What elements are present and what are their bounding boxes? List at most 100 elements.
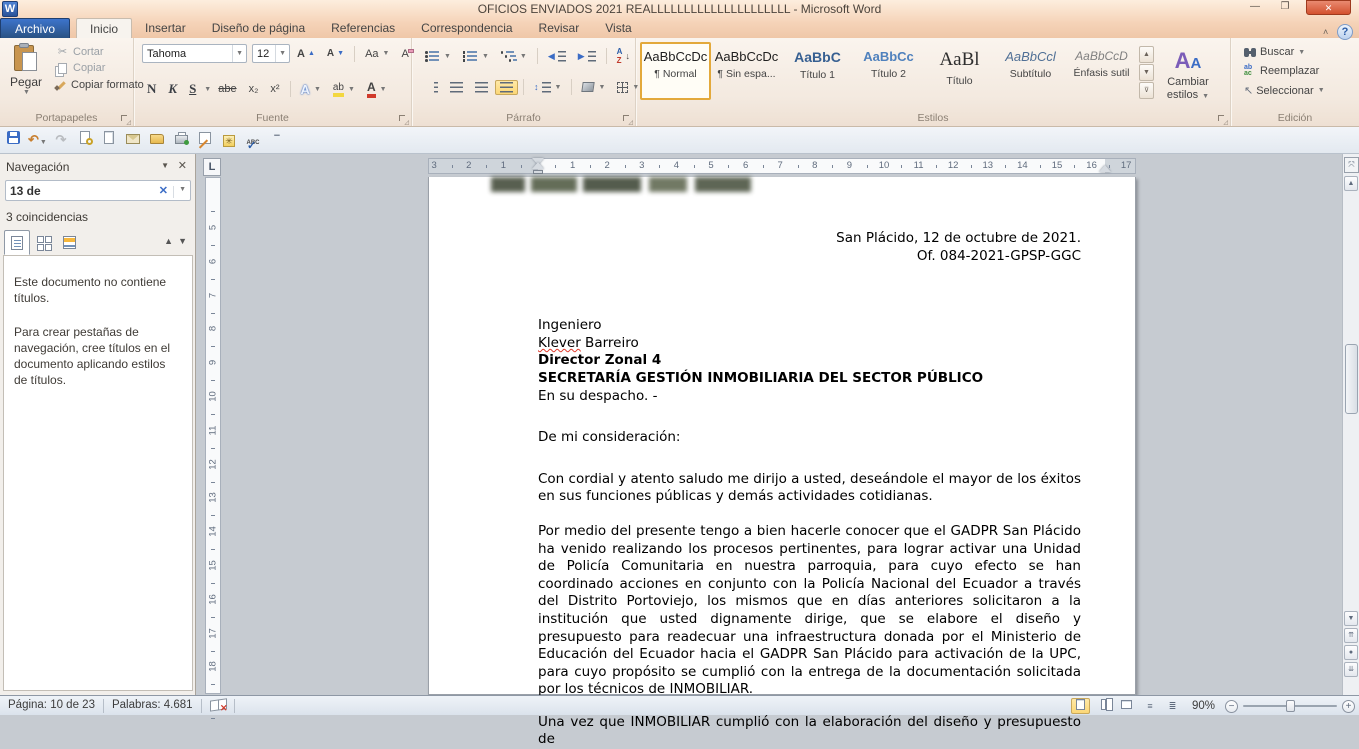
style-titulo-1[interactable]: AaBbCTítulo 1	[782, 42, 853, 100]
undo-icon[interactable]: ↶▼	[28, 131, 46, 149]
underline-button[interactable]: S	[184, 79, 201, 99]
proofing-status[interactable]	[202, 696, 234, 715]
align-center-button[interactable]	[445, 80, 468, 95]
style-titulo[interactable]: AaBlTítulo	[924, 42, 995, 100]
find-button[interactable]: Buscar▼	[1239, 44, 1359, 60]
tab-inicio[interactable]: Inicio	[76, 18, 132, 39]
next-result-icon[interactable]: ▼	[178, 236, 187, 246]
symbol-icon[interactable]: ✳	[220, 131, 238, 149]
web-layout-view-button[interactable]	[1117, 698, 1136, 714]
tab-stop-selector[interactable]: L	[203, 158, 221, 176]
word-count[interactable]: Palabras: 4.681	[104, 696, 201, 715]
italic-button[interactable]: K	[163, 79, 182, 99]
tab-insertar[interactable]: Insertar	[132, 18, 199, 37]
outline-view-button[interactable]: ≡	[1140, 698, 1159, 714]
font-color-button[interactable]: A▼	[362, 78, 392, 100]
font-dialog-launcher[interactable]	[398, 114, 408, 124]
tab-correspondencia[interactable]: Correspondencia	[408, 18, 525, 37]
collapse-ribbon-button[interactable]: ˄	[1318, 25, 1334, 40]
next-page-button[interactable]: ⇊	[1344, 662, 1358, 677]
print-preview-icon[interactable]	[76, 131, 94, 149]
zoom-out-button[interactable]: −	[1225, 700, 1238, 713]
sort-button[interactable]: AZ↓	[612, 45, 635, 67]
justify-button[interactable]	[495, 80, 518, 95]
paragraph-dialog-launcher[interactable]	[622, 114, 632, 124]
zoom-slider-thumb[interactable]	[1286, 700, 1295, 712]
increase-indent-button[interactable]: ▶	[573, 49, 601, 64]
document-page[interactable]: San Plácido, 12 de octubre de 2021. Of. …	[428, 177, 1136, 695]
zoom-level[interactable]: 90%	[1192, 700, 1215, 712]
select-button[interactable]: ↖Seleccionar▼	[1239, 82, 1359, 99]
select-browse-object-button[interactable]: ●	[1344, 645, 1358, 660]
nav-tab-pages[interactable]	[30, 230, 56, 255]
tab-referencias[interactable]: Referencias	[318, 18, 408, 37]
bold-button[interactable]: N	[142, 79, 161, 99]
nav-tab-headings[interactable]	[4, 230, 30, 255]
style-titulo-2[interactable]: AaBbCcTítulo 2	[853, 42, 924, 100]
paste-button[interactable]: Pegar ▼	[4, 42, 48, 108]
quick-print-icon[interactable]	[172, 131, 190, 149]
full-screen-reading-view-button[interactable]	[1094, 698, 1113, 714]
multilevel-list-button[interactable]: ▼	[496, 48, 532, 64]
edit-icon[interactable]	[196, 131, 214, 149]
decrease-indent-button[interactable]: ◀	[543, 49, 571, 64]
zoom-in-button[interactable]: +	[1342, 700, 1355, 713]
text-effects-button[interactable]: A▼	[296, 80, 326, 99]
minimize-button[interactable]: —	[1241, 0, 1269, 15]
nav-close-icon[interactable]: ✕	[178, 159, 187, 172]
styles-gallery-more[interactable]: ⊽	[1139, 82, 1154, 99]
scrollbar-thumb[interactable]	[1345, 344, 1358, 414]
previous-result-icon[interactable]: ▲	[164, 236, 173, 246]
help-button[interactable]: ?	[1337, 24, 1353, 40]
hanging-indent-marker[interactable]	[532, 162, 544, 169]
highlight-button[interactable]: ab▼	[328, 80, 360, 99]
styles-dialog-launcher[interactable]	[1217, 114, 1227, 124]
scroll-down-arrow[interactable]: ▼	[1344, 611, 1358, 626]
superscript-button[interactable]: x²	[265, 81, 284, 97]
clipboard-dialog-launcher[interactable]	[120, 114, 130, 124]
print-layout-view-button[interactable]	[1071, 698, 1090, 714]
shading-button[interactable]: ▼	[577, 80, 610, 94]
tab-archivo[interactable]: Archivo	[0, 18, 70, 39]
previous-page-button[interactable]: ⇈	[1344, 628, 1358, 643]
ruler-toggle-button[interactable]: ⤧	[1344, 157, 1359, 173]
mail-icon[interactable]	[124, 131, 142, 149]
save-icon[interactable]	[4, 131, 22, 149]
close-button[interactable]: ✕	[1306, 0, 1351, 15]
redo-icon[interactable]: ↷	[52, 131, 70, 149]
shrink-font-button[interactable]: A▼	[322, 46, 349, 61]
align-left-button[interactable]	[420, 80, 443, 95]
font-family-combo[interactable]: Tahoma▼	[142, 44, 247, 63]
numbering-button[interactable]: ▼	[458, 48, 494, 64]
left-indent-marker[interactable]	[533, 170, 543, 174]
style-enfasis-sutil[interactable]: AaBbCcDÉnfasis sutil	[1066, 42, 1137, 100]
grow-font-button[interactable]: A▲	[292, 46, 320, 62]
replace-button[interactable]: abacReemplazar	[1239, 63, 1359, 79]
clear-search-icon[interactable]: ✕	[159, 184, 168, 197]
search-input[interactable]	[10, 183, 140, 199]
tab-diseno-de-pagina[interactable]: Diseño de página	[199, 18, 318, 37]
line-spacing-button[interactable]: ↕▼	[529, 80, 566, 95]
zoom-slider[interactable]: − +	[1225, 700, 1355, 713]
style-normal[interactable]: AaBbCcDc¶ Normal	[640, 42, 711, 100]
underline-dropdown[interactable]: ▼	[204, 86, 211, 93]
strikethrough-button[interactable]: abe	[213, 81, 241, 97]
restore-button[interactable]: ❐	[1271, 0, 1299, 15]
style-subtitulo[interactable]: AaBbCclSubtítulo	[995, 42, 1066, 100]
styles-scroll-down[interactable]: ▼	[1139, 64, 1154, 81]
subscript-button[interactable]: x₂	[244, 81, 264, 97]
vertical-ruler[interactable]: 5678910111213141516171819	[205, 177, 221, 694]
tab-vista[interactable]: Vista	[592, 18, 644, 37]
open-icon[interactable]	[148, 131, 166, 149]
search-options-arrow[interactable]: ▼	[173, 186, 186, 198]
horizontal-ruler[interactable]: 1231234567891011121314151617	[428, 158, 1136, 174]
spelling-icon[interactable]: ABC✓	[244, 131, 262, 149]
qat-menu-icon[interactable]: ▔▼	[268, 131, 286, 149]
draft-view-button[interactable]: ≣	[1163, 698, 1182, 714]
nav-options-dropdown-icon[interactable]: ▼	[161, 161, 169, 170]
styles-scroll-up[interactable]: ▲	[1139, 46, 1154, 63]
align-right-button[interactable]	[470, 80, 493, 95]
title-bar[interactable]: W OFICIOS ENVIADOS 2021 REALLLLLLLLLLLLL…	[0, 0, 1359, 18]
nav-search-box[interactable]: ✕ ▼	[5, 180, 191, 201]
tab-revisar[interactable]: Revisar	[526, 18, 593, 37]
